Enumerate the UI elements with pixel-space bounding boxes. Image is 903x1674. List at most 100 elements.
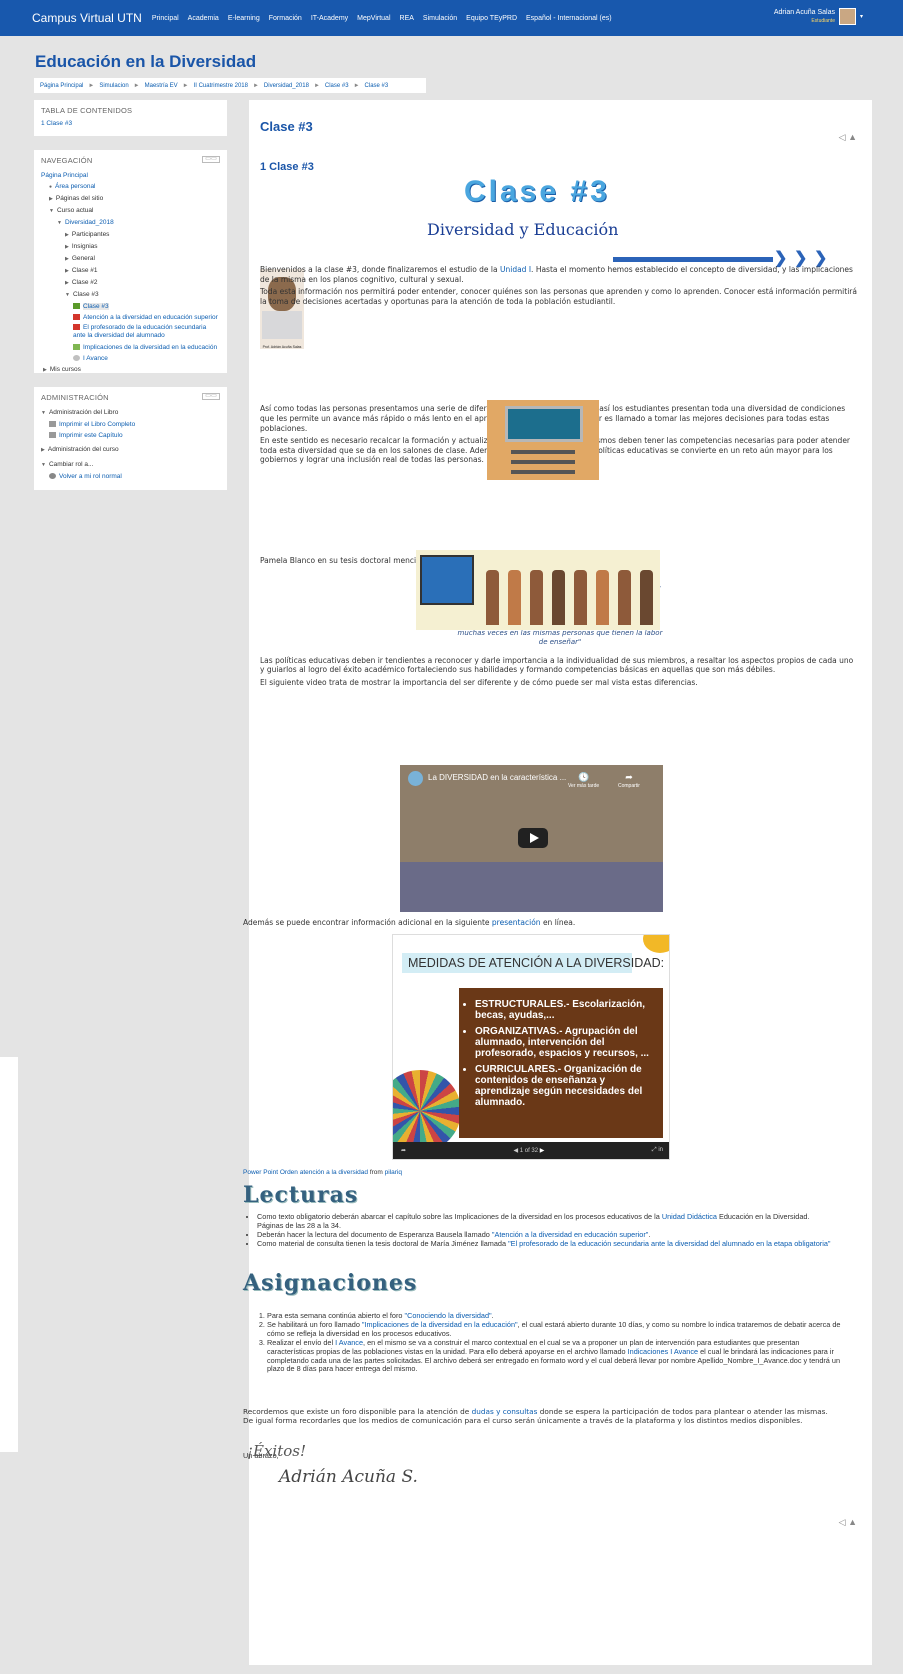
assignment-icon: [73, 355, 80, 362]
print-icon: [49, 421, 56, 428]
nav-current-course[interactable]: Curso actual: [57, 207, 94, 214]
nav-formacion[interactable]: Formación: [269, 15, 302, 22]
admin-book[interactable]: Administración del Libro: [49, 409, 118, 416]
breadcrumb-item[interactable]: Diversidad_2018: [264, 83, 309, 89]
watch-later-button[interactable]: 🕓 Ver más tarde: [568, 772, 599, 789]
paragraph: Las políticas educativas deben ir tendie…: [260, 655, 854, 675]
expand-icon[interactable]: ▶: [65, 256, 69, 262]
return-role-link[interactable]: Volver a mi rol normal: [59, 473, 122, 480]
nav-academia[interactable]: Academia: [188, 15, 219, 22]
print-chapter-link[interactable]: Imprimir este Capítulo: [59, 432, 123, 439]
nav-badges[interactable]: Insignias: [72, 243, 98, 250]
nav-participants[interactable]: Participantes: [72, 231, 110, 238]
ppt-link[interactable]: Power Point Orden atención a la diversid…: [243, 1169, 368, 1176]
nav-general[interactable]: General: [72, 255, 95, 262]
breadcrumb-item[interactable]: Simulacion: [99, 83, 128, 89]
collapse-icon[interactable]: ▼: [65, 292, 70, 298]
nav-site-pages[interactable]: Páginas del sitio: [56, 195, 103, 202]
admin-course[interactable]: Administración del curso: [48, 446, 119, 453]
presentation-link[interactable]: presentación: [492, 918, 541, 927]
collapse-icon[interactable]: ▼: [41, 410, 46, 416]
next-chapter-icon[interactable]: ▲: [848, 132, 857, 142]
print-icon: [49, 432, 56, 439]
slide-item: CURRICULARES.- Organización de contenido…: [475, 1064, 657, 1108]
video-player[interactable]: La DIVERSIDAD en la característica ... 🕓…: [400, 765, 663, 912]
fullscreen-icon[interactable]: ⤢: [652, 1147, 657, 1153]
nav-principal[interactable]: Principal: [152, 15, 179, 22]
expand-icon[interactable]: ▶: [41, 447, 45, 453]
slide-list: ESTRUCTURALES.- Escolarización, becas, a…: [459, 988, 663, 1138]
linkedin-icon[interactable]: in: [658, 1147, 663, 1153]
user-menu[interactable]: Adrian Acuña Salas Estudiante ▾: [774, 8, 863, 25]
breadcrumb-item[interactable]: II Cuatrimestre 2018: [194, 83, 248, 89]
nav-home[interactable]: Página Principal: [41, 172, 88, 179]
avance-link[interactable]: I Avance: [335, 1338, 363, 1347]
language-menu[interactable]: Español - Internacional (es): [526, 15, 612, 22]
nav-itacademy[interactable]: IT-Academy: [311, 15, 348, 22]
collapse-icon[interactable]: ▼: [41, 462, 46, 468]
nav-resource-4[interactable]: I Avance: [83, 355, 108, 362]
nav-clase3[interactable]: Clase #3: [73, 291, 99, 298]
expand-icon[interactable]: ▶: [65, 268, 69, 274]
breadcrumb-item[interactable]: Maestría EV: [145, 83, 178, 89]
video-title[interactable]: La DIVERSIDAD en la característica ...: [428, 773, 566, 782]
nav-simulacion[interactable]: Simulación: [423, 15, 457, 22]
thesis-link[interactable]: "El profesorado de la educación secundar…: [508, 1239, 830, 1248]
avatar[interactable]: [838, 8, 856, 25]
collapse-icon[interactable]: ▼: [49, 208, 54, 214]
expand-icon[interactable]: ▶: [65, 232, 69, 238]
lecturas-heading: Lecturas: [243, 1182, 359, 1208]
prev-chapter-icon[interactable]: ◁: [839, 132, 846, 142]
nav-my-courses[interactable]: Mis cursos: [50, 366, 81, 373]
nav-resource-1[interactable]: Atención a la diversidad en educación su…: [83, 314, 218, 321]
unit-didactica-link[interactable]: Unidad Didáctica: [662, 1212, 717, 1221]
prev-slide-icon[interactable]: ◀: [513, 1148, 518, 1154]
block-actions-icon[interactable]: ▭▭: [202, 156, 220, 163]
share-button[interactable]: ➦ Compartir: [618, 772, 640, 789]
forum-link[interactable]: "Implicaciones de la diversidad en la ed…: [362, 1320, 518, 1329]
prev-chapter-icon[interactable]: ◁: [839, 1517, 846, 1527]
share-icon[interactable]: ➦: [401, 1147, 406, 1154]
next-chapter-icon[interactable]: ▲: [848, 1517, 857, 1527]
instructions-link[interactable]: Indicaciones I Avance: [628, 1347, 698, 1356]
breadcrumb-item[interactable]: Página Principal: [40, 83, 83, 89]
qa-forum-link[interactable]: dudas y consultas: [472, 1407, 538, 1416]
author-link[interactable]: pilariq: [385, 1169, 402, 1176]
nav-clase3-book[interactable]: Clase #3: [83, 303, 109, 310]
expand-icon[interactable]: ▶: [65, 244, 69, 250]
unit-link[interactable]: Unidad I: [500, 265, 531, 274]
nav-clase1[interactable]: Clase #1: [72, 267, 98, 274]
nav-mepvirtual[interactable]: MepVirtual: [357, 15, 390, 22]
user-icon: [49, 473, 56, 480]
breadcrumb-sep-icon: ►: [133, 82, 140, 89]
expand-icon[interactable]: ▶: [49, 196, 53, 202]
nav-elearning[interactable]: E-learning: [228, 15, 260, 22]
switch-role[interactable]: Cambiar rol a...: [49, 461, 93, 468]
breadcrumb-item[interactable]: Clase #3: [365, 83, 389, 89]
nav-personal-area[interactable]: Área personal: [55, 183, 95, 190]
expand-icon[interactable]: ▶: [43, 367, 47, 373]
forum-link[interactable]: "Conociendo la diversidad": [405, 1311, 492, 1320]
play-icon[interactable]: [518, 828, 548, 848]
reading-link[interactable]: "Atención a la diversidad en educación s…: [492, 1230, 648, 1239]
site-brand[interactable]: Campus Virtual UTN: [32, 11, 142, 25]
slideshare-embed[interactable]: MEDIDAS DE ATENCIÓN A LA DIVERSIDAD: EST…: [392, 934, 670, 1160]
forum-icon: [73, 344, 80, 351]
collapse-icon[interactable]: ▼: [57, 220, 62, 226]
nav-course[interactable]: Diversidad_2018: [65, 219, 114, 226]
block-actions-icon[interactable]: ▭▭: [202, 393, 220, 400]
nav-equipo[interactable]: Equipo TEyPRD: [466, 15, 517, 22]
expand-icon[interactable]: ▶: [65, 280, 69, 286]
channel-logo[interactable]: [408, 771, 423, 786]
toc-item[interactable]: 1 Clase #3: [41, 120, 220, 127]
nav-rea[interactable]: REA: [400, 15, 414, 22]
pdf-icon: [73, 314, 80, 321]
next-slide-icon[interactable]: ▶: [540, 1148, 545, 1154]
nav-resource-2[interactable]: El profesorado de la educación secundari…: [73, 324, 206, 339]
breadcrumb-item[interactable]: Clase #3: [325, 83, 349, 89]
print-book-link[interactable]: Imprimir el Libro Completo: [59, 421, 135, 428]
chevron-down-icon[interactable]: ▾: [860, 13, 863, 20]
breadcrumb: Página Principal ► Simulacion ► Maestría E…: [34, 78, 426, 93]
nav-clase2[interactable]: Clase #2: [72, 279, 98, 286]
nav-resource-3[interactable]: Implicaciones de la diversidad en la edu…: [83, 344, 217, 351]
